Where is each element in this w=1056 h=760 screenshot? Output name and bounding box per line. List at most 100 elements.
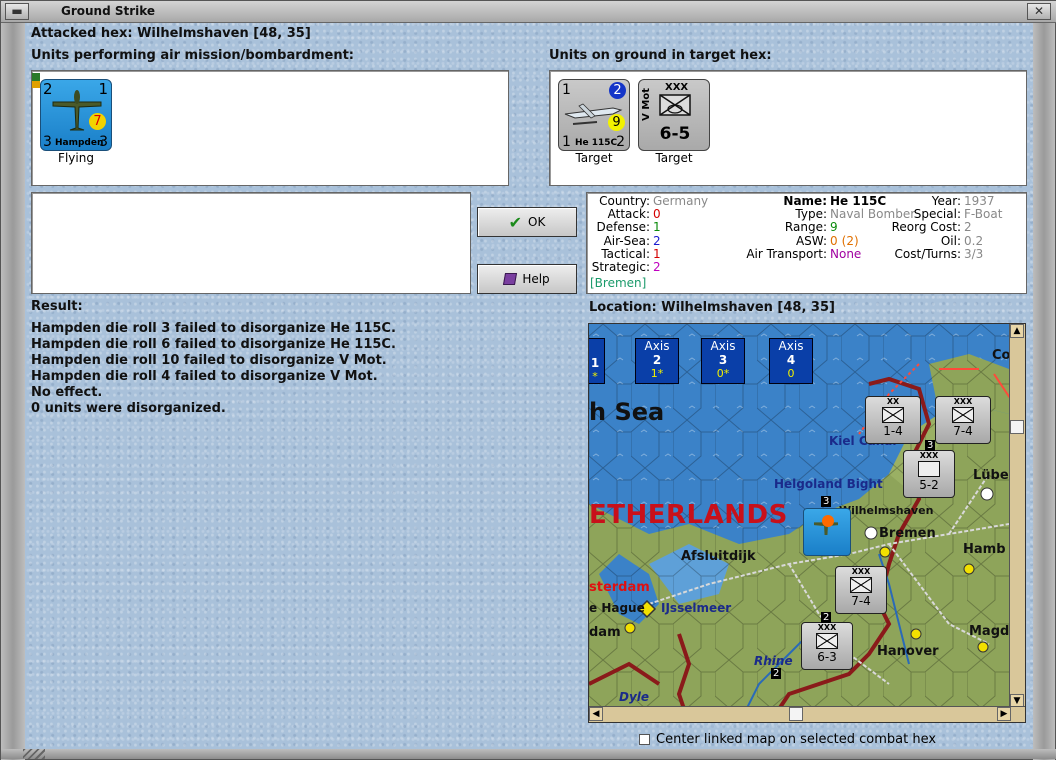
attacked-hex-label: Attacked hex: Wilhelmshaven [48, 35] bbox=[31, 26, 311, 41]
title-bar[interactable]: ▬ Ground Strike ✕ bbox=[1, 1, 1056, 23]
scroll-right-button[interactable]: ▶ bbox=[997, 707, 1011, 721]
info-key: Special: bbox=[913, 207, 961, 222]
resize-grip-icon[interactable] bbox=[23, 749, 45, 759]
axis-box[interactable]: Axis 4 0 bbox=[769, 338, 813, 384]
scroll-up-button[interactable]: ▲ bbox=[1010, 324, 1024, 338]
info-value: None bbox=[830, 246, 862, 261]
unit-caption: Flying bbox=[58, 151, 94, 165]
counter-size: XXX bbox=[851, 567, 871, 576]
unit-name: V Mot bbox=[641, 88, 652, 121]
scroll-left-button[interactable]: ◀ bbox=[589, 707, 603, 721]
unit-caption: Target bbox=[575, 151, 613, 165]
info-column-right: Year: 1937 Special: F-Boat Reorg Cost: 2 Oil: 0… bbox=[871, 195, 1021, 261]
system-menu-button[interactable]: ▬ bbox=[5, 3, 29, 20]
checkmark-icon: ✔ bbox=[508, 212, 523, 232]
unit-value: 3 bbox=[43, 134, 52, 150]
map-counter[interactable]: XXX 7-4 bbox=[835, 566, 887, 614]
scroll-thumb[interactable] bbox=[789, 707, 803, 721]
map-label: sterdam bbox=[589, 580, 650, 595]
counter-strength: 7-4 bbox=[953, 424, 973, 438]
ok-button[interactable]: ✔ OK bbox=[477, 207, 577, 237]
help-button[interactable]: Help bbox=[477, 264, 577, 294]
unit-counter-hampden[interactable]: 2 1 7 3 Hampden 3 bbox=[40, 79, 112, 151]
infantry-symbol-icon bbox=[850, 577, 872, 593]
map-label: e Hague bbox=[589, 601, 645, 615]
counter-size: XX bbox=[886, 397, 900, 406]
map-label: Hanover bbox=[877, 644, 939, 659]
info-value: 0 bbox=[653, 207, 661, 222]
map-label: Afsluitdijk bbox=[681, 549, 756, 564]
result-line: 0 units were disorganized. bbox=[31, 401, 226, 416]
info-row: Air-Sea: 2 bbox=[589, 233, 749, 248]
result-log: Hampden die roll 3 failed to disorganize… bbox=[31, 321, 571, 417]
infantry-symbol-icon bbox=[882, 407, 904, 423]
info-key: Reorg Cost: bbox=[891, 220, 961, 235]
unit-base: [Bremen] bbox=[590, 276, 647, 290]
unit-counter-v-mot[interactable]: V Mot XXX 6-5 bbox=[638, 79, 710, 151]
ground-units-header: Units on ground in target hex: bbox=[549, 48, 772, 63]
map-label: Hamb bbox=[963, 542, 1006, 557]
axis-box-sub: 1* bbox=[650, 367, 664, 380]
axis-box[interactable]: Axis 2 1* bbox=[635, 338, 679, 384]
info-row: Tactical: 1 bbox=[589, 246, 749, 261]
linked-map[interactable]: 1 * Axis 2 1* Axis 3 0* Axis 4 0 h Sea E… bbox=[588, 323, 1026, 723]
close-button[interactable]: ✕ bbox=[1027, 3, 1051, 20]
unit-name: He 115C bbox=[575, 138, 618, 148]
fire-icon bbox=[822, 515, 834, 527]
map-label: Dyle bbox=[619, 690, 650, 704]
center-map-checkbox[interactable] bbox=[639, 734, 650, 745]
unit-name: Hampden bbox=[55, 138, 104, 148]
info-key: ASW: bbox=[795, 233, 827, 248]
stack-count: 2 bbox=[771, 668, 782, 679]
strength-badge: 7 bbox=[89, 113, 106, 130]
infantry-symbol-icon bbox=[952, 407, 974, 423]
info-row: Defense: 1 bbox=[589, 221, 749, 234]
info-value: Germany bbox=[653, 194, 709, 208]
ground-strike-window: ▬ Ground Strike ✕ Attacked hex: Wilhelms… bbox=[0, 0, 1056, 760]
map-counter[interactable]: XXX 7-4 bbox=[935, 396, 991, 444]
counter-size: XXX bbox=[817, 623, 837, 632]
info-value: F-Boat bbox=[964, 207, 1003, 222]
unit-counter-he115c[interactable]: 1 2 9 1 He 115C 2 bbox=[558, 79, 630, 151]
axis-box-sub: * bbox=[592, 370, 598, 383]
blue-badge: 2 bbox=[609, 82, 626, 99]
unit-caption: Target bbox=[655, 151, 693, 165]
indicator-icon bbox=[32, 73, 40, 81]
center-map-checkbox-label: Center linked map on selected combat hex bbox=[656, 732, 937, 747]
info-value: 1937 bbox=[964, 194, 995, 208]
location-label: Location: Wilhelmshaven [48, 35] bbox=[589, 300, 835, 315]
axis-box[interactable]: Axis 3 0* bbox=[701, 338, 745, 384]
info-key: Tactical: bbox=[601, 246, 650, 261]
unit-size: XXX bbox=[665, 82, 689, 93]
help-button-label: Help bbox=[522, 272, 550, 286]
unit-info-panel: Country: Germany Attack: 0 Defense: 1 Air-Sea:… bbox=[586, 192, 1027, 294]
map-label: Rhine bbox=[754, 654, 793, 668]
map-label: h Sea bbox=[589, 398, 665, 426]
notes-textarea[interactable] bbox=[31, 192, 471, 294]
stack-count: 3 bbox=[821, 496, 832, 507]
map-counter[interactable]: XXX 6-3 bbox=[801, 622, 853, 670]
unit-value: 1 bbox=[562, 134, 571, 150]
map-air-counter[interactable] bbox=[803, 508, 851, 556]
map-vertical-scrollbar[interactable]: ▲ ▼ bbox=[1009, 324, 1025, 708]
info-row: Reorg Cost: 2 bbox=[871, 221, 1021, 234]
axis-box-label: Axis bbox=[710, 339, 736, 353]
map-label: IJsselmeer bbox=[661, 601, 732, 615]
scroll-thumb[interactable] bbox=[1010, 420, 1024, 434]
info-key: Defense: bbox=[596, 220, 650, 235]
axis-box-label: Axis bbox=[644, 339, 670, 353]
result-line: No effect. bbox=[31, 385, 103, 400]
map-counter[interactable]: XX 1-4 bbox=[865, 396, 921, 444]
map-label: dam bbox=[589, 625, 621, 640]
info-key: Name: bbox=[783, 194, 827, 208]
air-units-header: Units performing air mission/bombardment… bbox=[31, 48, 355, 63]
counter-strength: 6-3 bbox=[817, 650, 837, 664]
map-counter[interactable]: XXX 5-2 bbox=[903, 450, 955, 498]
map-horizontal-scrollbar[interactable]: ◀ ▶ bbox=[589, 706, 1025, 722]
info-key: Year: bbox=[931, 194, 961, 208]
info-key: Air-Sea: bbox=[603, 233, 650, 248]
info-row: Oil: 0.2 bbox=[871, 234, 1021, 248]
axis-box-num: 1 bbox=[590, 356, 600, 370]
info-value: 0 bbox=[830, 233, 838, 248]
axis-box-partial[interactable]: 1 * bbox=[589, 338, 605, 384]
